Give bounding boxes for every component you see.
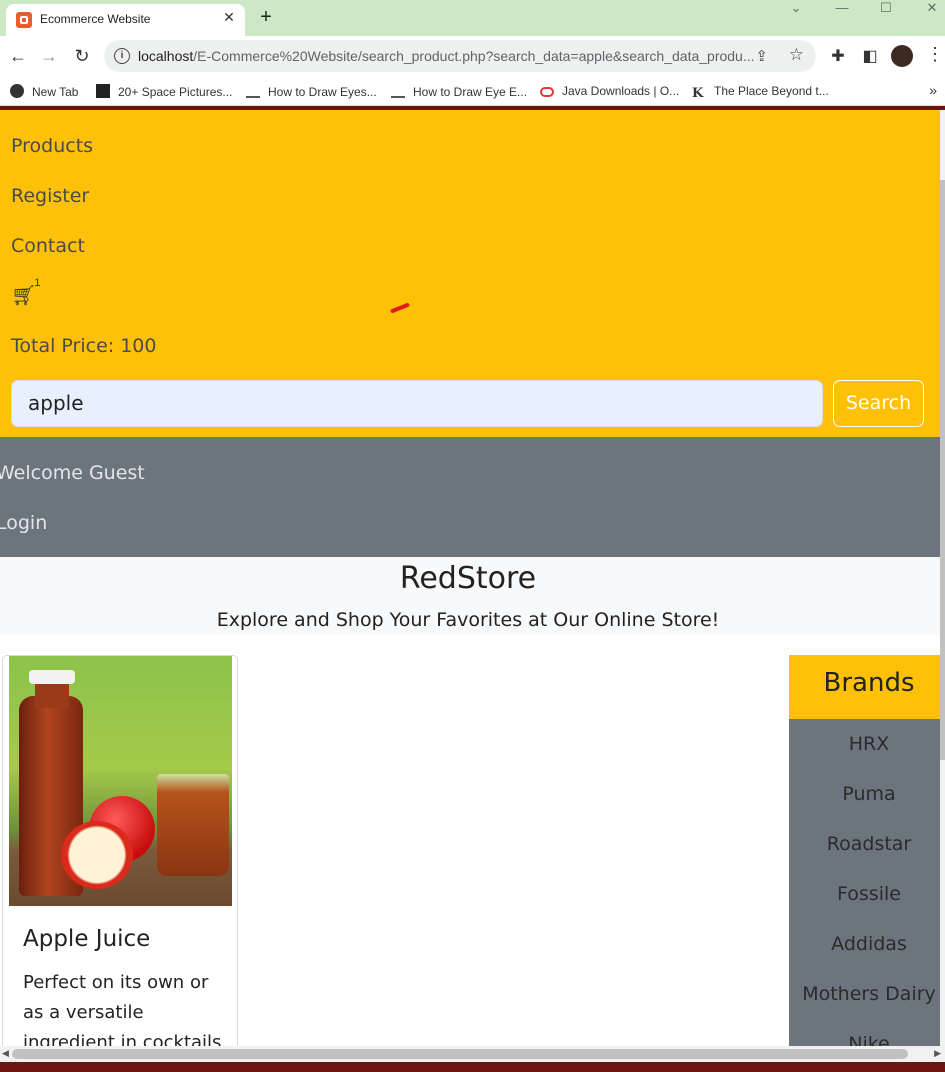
product-name: Apple Juice [23,926,151,952]
forward-arrow-icon[interactable]: → [38,45,60,67]
pencil-icon [246,84,260,98]
brand-link-puma[interactable]: Puma [789,783,940,805]
tab-title: Ecommerce Website [40,12,151,26]
brands-sidebar: Brands HRX Puma Roadstar Fossile Addidas… [789,655,940,1046]
bookmark-item[interactable]: New Tab [10,84,78,99]
brand-link-fossile[interactable]: Fossile [789,883,940,905]
bookmarks-overflow-icon[interactable]: » [929,82,937,98]
minimize-icon[interactable]: — [822,0,862,20]
bookmark-item[interactable]: How to Draw Eyes... [246,84,377,99]
browser-tab[interactable]: Ecommerce Website ✕ [6,4,245,36]
bottle-cap-shape [29,670,75,684]
brand-link-addidas[interactable]: Addidas [789,933,940,955]
menu-kebab-icon[interactable]: ⋮ [926,44,944,65]
welcome-guest-text: Welcome Guest [0,462,145,484]
brand-link-hrx[interactable]: HRX [789,733,940,755]
main-navbar: Products Register Contact 🛒︎1 Total Pric… [0,110,940,437]
bookmark-star-icon[interactable]: ☆ [789,45,804,65]
taskbar-strip [0,1062,945,1072]
new-tab-button[interactable]: + [256,6,276,28]
scroll-left-arrow-icon[interactable]: ◀ [2,1048,9,1059]
bookmarks-bar: New Tab 20+ Space Pictures... How to Dra… [0,78,945,106]
vertical-scrollbar[interactable] [940,110,945,1046]
login-link[interactable]: Login [0,512,47,534]
scroll-right-arrow-icon[interactable]: ▶ [934,1048,941,1059]
store-header: RedStore Explore and Shop Your Favorites… [0,557,940,635]
nav-link-register[interactable]: Register [11,185,89,207]
browser-toolbar: ← → ↻ i localhost/E-Commerce%20Website/s… [0,36,945,78]
red-mark [389,302,411,314]
reload-icon[interactable]: ↻ [71,45,93,67]
juice-glass-shape [157,774,229,876]
page-viewport: Products Register Contact 🛒︎1 Total Pric… [0,110,940,1046]
extensions-puzzle-icon[interactable]: ✚ [828,47,848,67]
side-panel-icon[interactable]: ◧ [860,47,880,67]
bookmark-item[interactable]: 20+ Space Pictures... [96,84,232,99]
browser-tab-bar: Ecommerce Website ✕ + ⌄ — ☐ ✕ [0,0,945,36]
k-icon: K [692,86,704,101]
secondary-navbar: Welcome Guest Login [0,437,940,557]
brands-heading: Brands [789,655,940,719]
back-arrow-icon[interactable]: ← [7,45,29,67]
pencil-icon [391,84,405,98]
product-description: Perfect on its own or as a versatile ing… [23,972,222,1046]
address-bar[interactable]: i localhost/E-Commerce%20Website/search_… [104,40,816,72]
site-info-icon[interactable]: i [114,48,130,64]
url-text[interactable]: localhost/E-Commerce%20Website/search_pr… [138,48,755,64]
tab-search-icon[interactable]: ⌄ [776,0,816,20]
pixel-icon [96,84,110,98]
profile-avatar[interactable] [891,45,913,67]
total-price: Total Price: 100 [11,335,157,357]
horizontal-scroll-thumb[interactable] [12,1049,908,1059]
product-image [9,656,232,906]
bookmark-item[interactable]: Java Downloads | O... [540,84,679,98]
store-tagline: Explore and Shop Your Favorites at Our O… [216,609,720,631]
nav-link-products[interactable]: Products [11,135,93,157]
product-card: Apple Juice Perfect on its own or as a v… [2,655,238,1046]
search-input[interactable]: apple [11,380,823,427]
apple-half-shape [61,821,133,889]
share-icon[interactable]: ⇪ [755,47,768,65]
vertical-scroll-thumb[interactable] [940,180,945,760]
bookmark-item[interactable]: K The Place Beyond t... [692,84,829,101]
cart-link[interactable]: 🛒︎1 [11,277,43,308]
nav-link-contact[interactable]: Contact [11,235,85,257]
oracle-icon [540,87,554,97]
xampp-favicon-icon [16,12,32,28]
tab-close-icon[interactable]: ✕ [221,9,237,25]
window-close-icon[interactable]: ✕ [912,0,945,20]
maximize-icon[interactable]: ☐ [866,0,906,20]
bookmark-item[interactable]: How to Draw Eye E... [391,84,527,99]
cart-count: 1 [34,276,41,289]
search-button[interactable]: Search [833,380,924,427]
store-title: RedStore [399,561,537,596]
globe-icon [10,84,24,98]
cart-icon: 🛒︎ [11,285,37,307]
horizontal-scrollbar[interactable]: ◀ ▶ [0,1046,945,1062]
brand-link-nike[interactable]: Nike [789,1033,940,1046]
brand-link-roadstar[interactable]: Roadstar [789,833,940,855]
brand-link-mothers-dairy[interactable]: Mothers Dairy [789,983,940,1005]
